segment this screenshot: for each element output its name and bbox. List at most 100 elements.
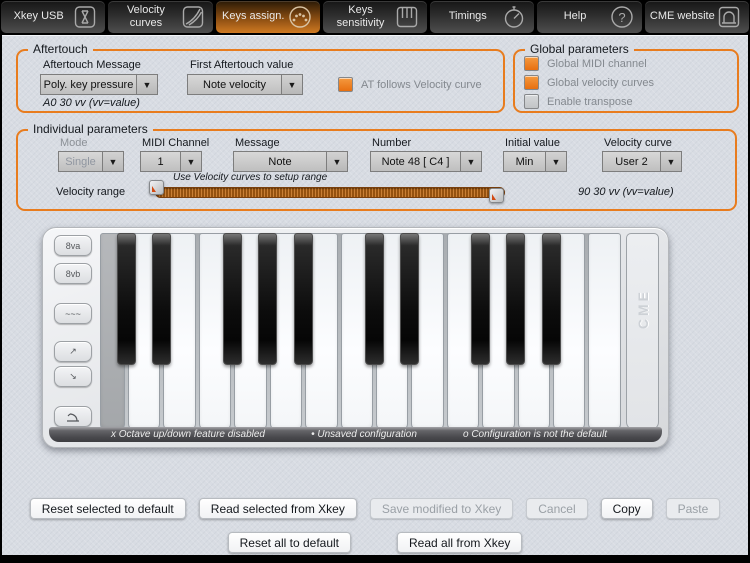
xkey-keyboard: 8va 8vb ~~~ ↗ ↘ CME x Octave up/down fea…: [42, 227, 669, 448]
tab-keys-assign[interactable]: Keys assign.: [216, 1, 320, 33]
sustain-pedal-button[interactable]: [54, 406, 92, 427]
octave-up-button[interactable]: 8va: [54, 235, 92, 256]
dropdown-value: Poly. key pressure: [41, 75, 136, 94]
black-key[interactable]: [152, 233, 171, 365]
black-key[interactable]: [223, 233, 242, 365]
checkbox-label: Global velocity curves: [547, 77, 654, 89]
aftertouch-message-dropdown[interactable]: Poly. key pressure ▼: [40, 74, 158, 95]
reset-selected-button[interactable]: Reset selected to default: [30, 498, 186, 519]
tab-velocity-curves[interactable]: Velocity curves: [108, 1, 212, 33]
save-modified-button: Save modified to Xkey: [370, 498, 513, 519]
modulation-button[interactable]: ~~~: [54, 303, 92, 324]
mode-label: Mode: [60, 137, 88, 149]
velocity-curve-dropdown[interactable]: User 2 ▼: [602, 151, 682, 172]
aftertouch-message-label: Aftertouch Message: [43, 59, 141, 71]
white-key[interactable]: [588, 233, 620, 430]
message-dropdown[interactable]: Note ▼: [233, 151, 348, 172]
read-selected-button[interactable]: Read selected from Xkey: [199, 498, 357, 519]
stopwatch-icon: [501, 4, 527, 30]
black-key[interactable]: [365, 233, 384, 365]
midi-channel-dropdown[interactable]: 1 ▼: [140, 151, 202, 172]
chevron-down-icon: ▼: [180, 152, 201, 171]
paste-button: Paste: [666, 498, 721, 519]
toolbar: Xkey USB Velocity curves Keys assign. Ke…: [0, 0, 750, 33]
checkbox-label: Enable transpose: [547, 96, 633, 108]
black-key[interactable]: [258, 233, 277, 365]
enable-transpose-checkbox[interactable]: [524, 94, 539, 109]
first-aftertouch-value-label: First Aftertouch value: [190, 59, 293, 71]
aftertouch-note: A0 30 vv (vv=value): [43, 97, 140, 109]
xkey-plus-app: Xkey USB Velocity curves Keys assign. Ke…: [0, 0, 750, 563]
velocity-curves-icon: [180, 4, 206, 30]
reset-all-button[interactable]: Reset all to default: [228, 532, 351, 553]
velocity-range-note: 90 30 vv (vv=value): [578, 186, 674, 198]
tab-label: Keys assign.: [216, 10, 287, 23]
dropdown-value: 1: [141, 152, 180, 171]
piano-keys-icon: [394, 4, 420, 30]
dropdown-value: Note 48 [ C4 ]: [371, 152, 460, 171]
keys: [100, 233, 621, 430]
individual-parameters-legend: Individual parameters: [28, 122, 153, 136]
tab-timings[interactable]: Timings: [430, 1, 534, 33]
tab-cme-website[interactable]: CME website: [645, 1, 749, 33]
main-panel: Aftertouch Aftertouch Message First Afte…: [2, 35, 748, 555]
dropdown-value: Note velocity: [188, 75, 281, 94]
chevron-down-icon: ▼: [102, 152, 123, 171]
octave-down-button[interactable]: 8vb: [54, 263, 92, 284]
initial-value-dropdown[interactable]: Min ▼: [503, 151, 567, 172]
mode-dropdown: Single ▼: [58, 151, 124, 172]
tab-keys-sensitivity[interactable]: Keys sensitivity: [323, 1, 427, 33]
bend-down-arrow-icon: ↘: [69, 371, 77, 382]
at-follows-velocity-curve-row: AT follows Velocity curve: [338, 77, 482, 92]
dropdown-value: Note: [234, 152, 326, 171]
initial-value-label: Initial value: [505, 137, 560, 149]
at-follows-velocity-curve-checkbox[interactable]: [338, 77, 353, 92]
status-octave: x Octave up/down feature disabled: [111, 429, 265, 440]
black-key[interactable]: [542, 233, 561, 365]
chevron-down-icon: ▼: [281, 75, 302, 94]
pitch-bend-down-button[interactable]: ↘: [54, 366, 92, 387]
status-default: o Configuration is not the default: [463, 429, 607, 440]
velocity-range-label: Velocity range: [56, 186, 125, 198]
aftertouch-section: Aftertouch Aftertouch Message First Afte…: [16, 49, 505, 113]
tab-help[interactable]: Help ?: [537, 1, 641, 33]
black-key[interactable]: [117, 233, 136, 365]
dropdown-value: User 2: [603, 152, 660, 171]
read-all-button[interactable]: Read all from Xkey: [397, 532, 522, 553]
first-aftertouch-value-dropdown[interactable]: Note velocity ▼: [187, 74, 303, 95]
checkbox-label: AT follows Velocity curve: [361, 79, 482, 91]
dropdown-value: Single: [59, 152, 102, 171]
number-label: Number: [372, 137, 411, 149]
aftertouch-legend: Aftertouch: [28, 42, 93, 56]
status-unsaved: • Unsaved configuration: [311, 429, 417, 440]
copy-button[interactable]: Copy: [601, 498, 653, 519]
actions-row-1: Reset selected to default Read selected …: [2, 498, 748, 519]
black-key[interactable]: [506, 233, 525, 365]
midi-din-icon: [287, 4, 313, 30]
octave-down-label: 8vb: [66, 269, 81, 279]
global-velocity-curves-checkbox[interactable]: [524, 75, 539, 90]
bend-up-arrow-icon: ↗: [69, 346, 77, 357]
brand-panel: CME: [626, 233, 659, 430]
velocity-range-max-handle[interactable]: [489, 188, 504, 203]
black-key[interactable]: [294, 233, 313, 365]
octave-up-label: 8va: [66, 241, 81, 251]
black-key[interactable]: [400, 233, 419, 365]
actions-row-2: Reset all to default Read all from Xkey: [2, 532, 748, 553]
dropdown-value: Min: [504, 152, 545, 171]
black-key[interactable]: [471, 233, 490, 365]
velocity-curve-label: Velocity curve: [604, 137, 672, 149]
checkbox-label: Global MIDI channel: [547, 58, 647, 70]
global-midi-channel-checkbox[interactable]: [524, 56, 539, 71]
global-midi-channel-row: Global MIDI channel: [524, 56, 647, 71]
individual-parameters-section: Individual parameters Mode Single ▼ MIDI…: [16, 129, 737, 211]
chevron-down-icon: ▼: [136, 75, 157, 94]
velocity-range-track[interactable]: [155, 187, 505, 198]
xkey-usb-icon: [72, 4, 98, 30]
velocity-range-min-handle[interactable]: [149, 180, 164, 195]
tab-xkey-usb[interactable]: Xkey USB: [1, 1, 105, 33]
number-dropdown[interactable]: Note 48 [ C4 ] ▼: [370, 151, 482, 172]
cme-logo: CME: [635, 289, 651, 329]
pitch-bend-up-button[interactable]: ↗: [54, 341, 92, 362]
enable-transpose-row: Enable transpose: [524, 94, 633, 109]
